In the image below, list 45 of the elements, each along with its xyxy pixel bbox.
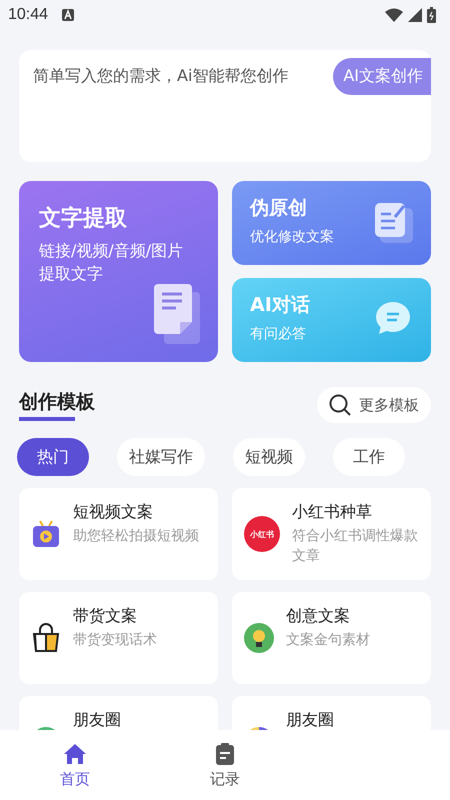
template-description: 符合小红书调性爆款文章 xyxy=(292,527,419,566)
nav-tab[interactable]: 记录 xyxy=(150,730,300,800)
feature-title: AI对话 xyxy=(250,293,311,318)
shopping-bag-icon xyxy=(31,623,61,653)
feature-card[interactable]: 文字提取 链接/视频/音频/图片提取文字 xyxy=(19,181,218,362)
lightbulb-icon xyxy=(244,623,274,653)
category-tab[interactable]: 短视频 xyxy=(233,438,305,476)
tv-play-icon xyxy=(31,519,61,549)
template-card[interactable]: 带货文案 带货变现话术 xyxy=(19,592,218,684)
template-title: 创意文案 xyxy=(286,606,351,627)
feature-subtitle: 有问必答 xyxy=(250,325,307,344)
nav-tab[interactable]: 首页 xyxy=(0,730,150,800)
document-icon xyxy=(154,284,202,346)
template-card[interactable]: 小红书 小红书种草 符合小红书调性爆款文章 xyxy=(232,488,431,580)
category-tab[interactable]: 工作 xyxy=(333,438,405,476)
template-card[interactable]: 朋友圈 xyxy=(232,696,431,730)
template-title: 小红书种草 xyxy=(292,502,373,523)
category-tab[interactable]: 社媒写作 xyxy=(117,438,205,476)
template-title: 带货文案 xyxy=(73,606,138,627)
note-edit-icon xyxy=(375,203,413,243)
more-templates-button[interactable]: 更多模板 xyxy=(317,387,431,423)
template-description: 助您轻松拍摄短视频 xyxy=(73,527,199,546)
template-title: 短视频文案 xyxy=(73,502,154,523)
template-card[interactable]: 短视频文案 助您轻松拍摄短视频 xyxy=(19,488,218,580)
template-title: 朋友圈 xyxy=(73,710,121,730)
template-description: 文案金句素材 xyxy=(286,631,370,650)
home-icon xyxy=(63,742,87,766)
template-description: 带货变现话术 xyxy=(73,631,157,650)
notification-icon xyxy=(62,9,74,21)
clipboard-icon xyxy=(213,742,237,766)
feature-subtitle: 链接/视频/音频/图片提取文字 xyxy=(39,240,184,286)
category-tab[interactable]: 热门 xyxy=(17,438,89,476)
feature-title: 伪原创 xyxy=(250,196,308,221)
signal-icon xyxy=(408,8,422,22)
search-icon xyxy=(329,394,351,416)
status-time: 10:44 xyxy=(8,6,48,24)
battery-icon xyxy=(427,7,436,23)
template-card[interactable]: 创意文案 文案金句素材 xyxy=(232,592,431,684)
feature-subtitle: 优化修改文案 xyxy=(250,228,335,247)
template-card[interactable]: 朋友圈 xyxy=(19,696,218,730)
section-title: 创作模板 xyxy=(19,389,95,421)
template-title: 朋友圈 xyxy=(286,710,334,730)
feature-title: 文字提取 xyxy=(39,204,128,233)
app-logo: 小红书 xyxy=(244,516,280,552)
wifi-icon xyxy=(385,8,403,22)
